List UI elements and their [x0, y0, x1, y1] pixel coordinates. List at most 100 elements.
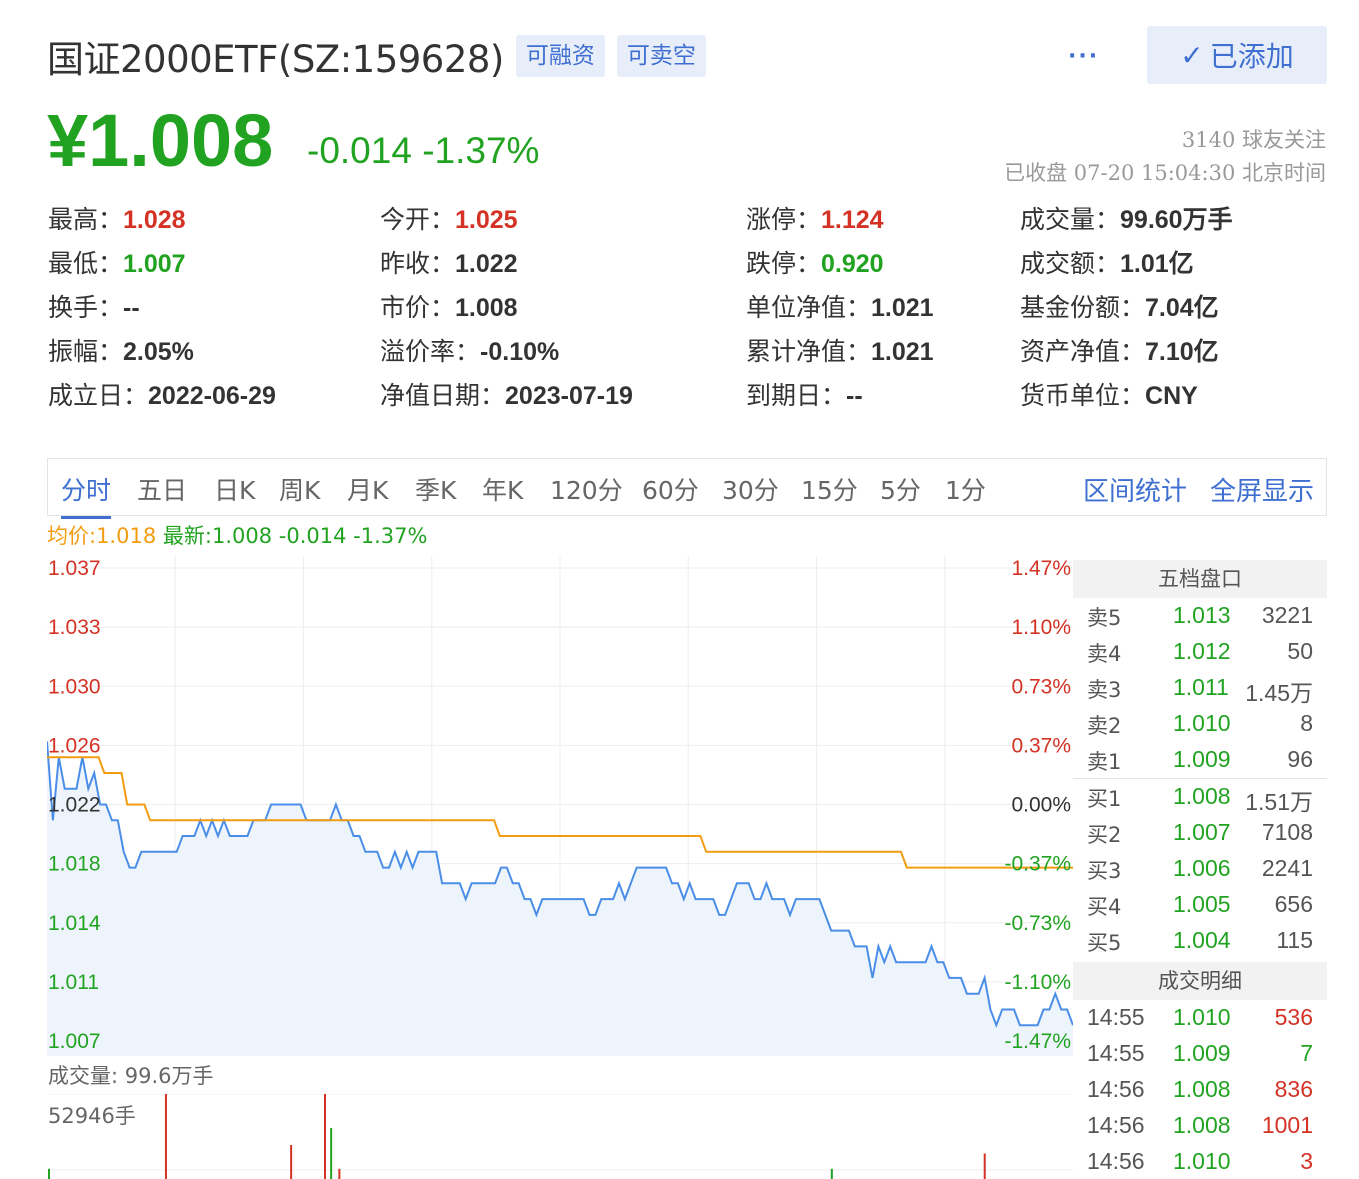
stat-label: 净值日期：: [380, 381, 506, 410]
trade-price: 1.010: [1173, 1004, 1231, 1030]
bid-qty: 1.51万: [1245, 789, 1313, 815]
stat-item: 振幅：2.05%: [48, 332, 194, 368]
stat-item: 最高：1.028: [48, 200, 186, 236]
ask-row: 卖2 1.010 8: [1073, 706, 1327, 742]
stat-value: 0.920: [821, 250, 884, 278]
stat-value: 1.01亿: [1120, 250, 1194, 278]
stat-label: 基金份额：: [1020, 293, 1146, 322]
tab-7[interactable]: 120分: [550, 471, 623, 507]
stat-label: 资产净值：: [1020, 337, 1146, 366]
stat-value: 1.021: [871, 338, 934, 366]
stat-value: 1.021: [871, 294, 934, 322]
stat-label: 成交量：: [1020, 205, 1121, 234]
y-tick-left: 1.007: [48, 1030, 101, 1053]
stat-value: 99.60万手: [1120, 206, 1233, 234]
stat-value: 1.008: [455, 294, 518, 322]
trade-qty: 3: [1300, 1148, 1313, 1174]
added-watchlist-button[interactable]: ✓ 已添加: [1147, 26, 1327, 84]
chart-legend: 均价:1.018 最新:1.008 -0.014 -1.37%: [47, 520, 427, 550]
stat-item: 成交量：99.60万手: [1020, 200, 1233, 236]
bid-price: 1.005: [1173, 891, 1231, 917]
fullscreen-button[interactable]: 全屏显示: [1210, 471, 1314, 508]
ask-price: 1.011: [1173, 674, 1229, 700]
volume-bar: [330, 1128, 333, 1179]
stat-value: 1.124: [821, 206, 884, 234]
y-tick-right: 0.37%: [1011, 734, 1071, 757]
stat-item: 跌停：0.920: [746, 244, 884, 280]
ask-row: 卖4 1.012 50: [1073, 634, 1327, 670]
trade-time: 14:55: [1087, 1040, 1145, 1066]
volume-bar: [164, 1094, 167, 1179]
stat-value: 2022-06-29: [148, 382, 276, 410]
bid-price: 1.004: [1173, 927, 1231, 953]
ask-price: 1.013: [1173, 602, 1231, 628]
trade-qty: 836: [1274, 1076, 1313, 1102]
avg-price-legend: 均价:1.018: [47, 524, 157, 548]
stat-label: 成立日：: [48, 381, 149, 410]
bid-price: 1.006: [1173, 855, 1231, 881]
stat-item: 货币单位：CNY: [1020, 376, 1198, 412]
ask-qty: 50: [1287, 638, 1313, 664]
ask-label: 卖1: [1087, 750, 1122, 774]
tab-0[interactable]: 分时: [61, 471, 112, 519]
more-options-icon[interactable]: ···: [1068, 44, 1099, 69]
bid-label: 买3: [1087, 859, 1122, 883]
trades-title: 成交明细: [1073, 962, 1327, 1000]
intraday-chart[interactable]: 1.037 1.47% 1.033 1.10% 1.030 0.73% 1.026 0.37%…: [46, 556, 1074, 1056]
ask-qty: 8: [1300, 710, 1313, 736]
stat-value: 2.05%: [123, 338, 194, 366]
volume-bar: [290, 1145, 293, 1179]
trade-row: 14:56 1.008 1001: [1073, 1108, 1327, 1144]
y-tick-left: 1.014: [48, 912, 101, 935]
stat-value: --: [123, 294, 140, 322]
volume-chart-svg: [47, 1094, 1073, 1179]
y-tick-left: 1.022: [48, 794, 101, 817]
tab-9[interactable]: 30分: [722, 471, 779, 507]
stat-item: 成交额：1.01亿: [1020, 244, 1194, 280]
range-stats-button[interactable]: 区间统计: [1083, 471, 1187, 508]
trade-qty: 1001: [1261, 1112, 1313, 1138]
bid-label: 买4: [1087, 895, 1122, 919]
tab-11[interactable]: 5分: [880, 471, 921, 507]
tab-6[interactable]: 年K: [482, 471, 523, 507]
y-tick-left: 1.037: [48, 557, 101, 580]
check-icon: ✓: [1180, 38, 1204, 72]
bid-qty: 2241: [1261, 855, 1313, 881]
stat-item: 基金份额：7.04亿: [1020, 288, 1219, 324]
tab-2[interactable]: 日K: [214, 471, 255, 507]
y-tick-right: -1.10%: [1004, 971, 1071, 994]
trade-price: 1.008: [1173, 1076, 1231, 1102]
tab-10[interactable]: 15分: [801, 471, 858, 507]
short-selling-tag[interactable]: 可卖空: [616, 35, 706, 77]
tab-4[interactable]: 月K: [347, 471, 388, 507]
order-book-panel: 五档盘口 卖5 1.013 3221 卖4 1.012 50 卖3 1.011 1.45万 卖2 1.…: [1073, 560, 1327, 1179]
tab-12[interactable]: 1分: [945, 471, 986, 507]
stat-label: 昨收：: [380, 249, 456, 278]
y-tick-right: 0.73%: [1011, 675, 1071, 698]
quote-meta: 3140 球友关注 已收盘 07-20 15:04:30 北京时间: [1004, 124, 1326, 190]
stat-item: 溢价率：-0.10%: [380, 332, 559, 368]
stat-value: 1.028: [123, 206, 186, 234]
stat-item: 最低：1.007: [48, 244, 186, 280]
tab-5[interactable]: 季K: [415, 471, 456, 507]
stat-item: 单位净值：1.021: [746, 288, 934, 324]
y-tick-left: 1.033: [48, 616, 101, 639]
ask-row: 卖3 1.011 1.45万: [1073, 670, 1327, 706]
volume-label: 成交量: 99.6万手: [48, 1064, 214, 1088]
ask-label: 卖4: [1087, 642, 1122, 666]
tab-3[interactable]: 周K: [279, 471, 320, 507]
bid-row: 买2 1.007 7108: [1073, 815, 1327, 851]
stat-value: -0.10%: [480, 338, 560, 366]
trade-time: 14:55: [1087, 1004, 1145, 1030]
price-change: -0.014 -1.37%: [307, 130, 539, 172]
tab-8[interactable]: 60分: [642, 471, 699, 507]
stat-label: 最高：: [48, 205, 124, 234]
trade-row: 14:55 1.009 7: [1073, 1036, 1327, 1072]
bid-label: 买2: [1087, 823, 1122, 847]
stat-item: 换手：--: [48, 288, 140, 324]
margin-financing-tag[interactable]: 可融资: [515, 35, 605, 77]
stat-label: 涨停：: [746, 205, 822, 234]
order-book-title: 五档盘口: [1073, 560, 1327, 598]
tab-1[interactable]: 五日: [137, 471, 187, 507]
followers-count[interactable]: 3140 球友关注: [1004, 124, 1326, 157]
